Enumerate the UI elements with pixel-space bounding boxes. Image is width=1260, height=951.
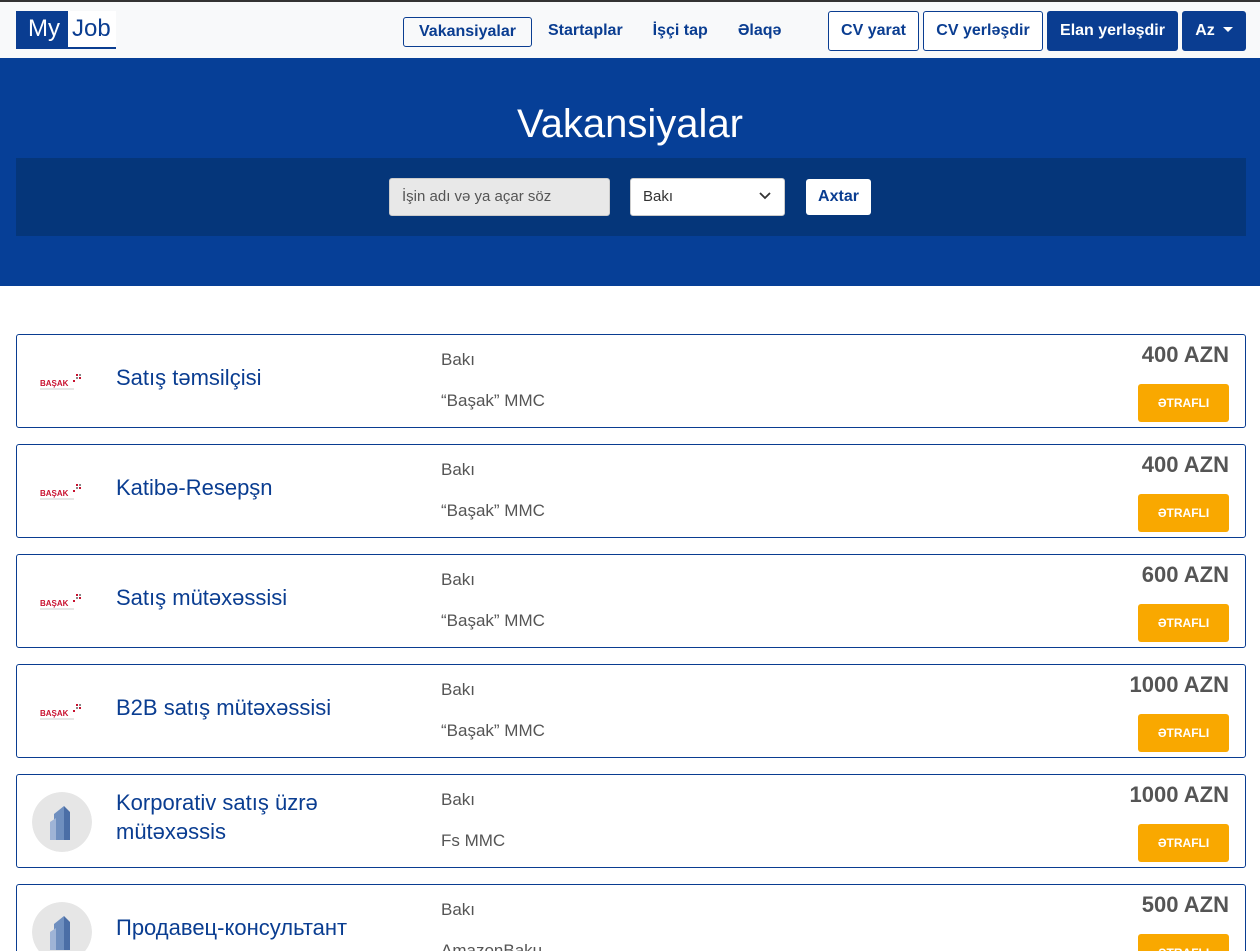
search-button[interactable]: Axtar (806, 179, 871, 215)
job-company: AmazonBaku (441, 941, 543, 951)
details-button[interactable]: ƏTRAFLI (1138, 604, 1229, 642)
job-city: Bakı (441, 790, 476, 809)
language-dropdown[interactable]: Az (1182, 11, 1246, 51)
post-ad-button[interactable]: Elan yerləşdir (1047, 11, 1178, 51)
caret-down-icon (1222, 27, 1233, 32)
city-select[interactable]: Bakı (630, 178, 785, 216)
job-salary: 1000 AZN (1129, 782, 1229, 807)
basak-logo-text: BAŞAK (40, 709, 69, 718)
job-card[interactable]: BAŞAK Satış mütəxəssisi Bakı “Başak” MMC… (16, 554, 1246, 648)
search-input[interactable]: İşin adı və ya açar söz (389, 178, 610, 216)
job-company: Fs MMC (441, 831, 506, 850)
job-city: Bakı (441, 900, 476, 919)
basak-logo-text: BAŞAK (40, 489, 69, 498)
page-title: Vakansiyalar (516, 102, 744, 146)
job-city: Bakı (441, 680, 476, 699)
nav-elaqe[interactable]: Əlaqə (722, 17, 796, 47)
job-salary: 600 AZN (1141, 562, 1229, 587)
logo-part-my: My (16, 11, 68, 49)
basak-logo-text: BAŞAK (40, 599, 69, 608)
details-button[interactable]: ƏTRAFLI (1138, 934, 1229, 951)
job-city: Bakı (441, 460, 476, 479)
chevron-down-icon (759, 192, 771, 200)
job-title[interactable]: Katibə-Resepşn (116, 473, 416, 502)
job-title[interactable]: Продавец-консультант (116, 913, 416, 942)
basak-logo-icon: BAŞAK (32, 352, 92, 412)
hero-section: Vakansiyalar İşin adı və ya açar söz Bak… (0, 58, 1260, 286)
building-icon (32, 792, 92, 852)
main-nav: Vakansiyalar Startaplar İşçi tap Əlaqə (403, 17, 795, 47)
job-company: “Başak” MMC (441, 721, 545, 740)
search-bar: İşin adı və ya açar söz Bakı Axtar (16, 158, 1246, 236)
nav-isci-tap[interactable]: İşçi tap (637, 17, 722, 47)
logo-part-job: Job (68, 11, 116, 49)
job-company: “Başak” MMC (441, 501, 545, 520)
city-select-value: Bakı (643, 188, 674, 205)
basak-logo-icon: BAŞAK (32, 462, 92, 522)
site-logo[interactable]: My Job (16, 11, 116, 49)
job-card[interactable]: Продавец-консультант Bakı AmazonBaku 500… (16, 884, 1246, 951)
nav-vakansiyalar[interactable]: Vakansiyalar (403, 17, 532, 47)
cv-create-button[interactable]: CV yarat (828, 11, 919, 51)
basak-logo-icon: BAŞAK (32, 682, 92, 742)
details-button[interactable]: ƏTRAFLI (1138, 494, 1229, 532)
job-card[interactable]: BAŞAK Katibə-Resepşn Bakı “Başak” MMC 40… (16, 444, 1246, 538)
job-city: Bakı (441, 570, 476, 589)
basak-logo-text: BAŞAK (40, 379, 69, 388)
job-title[interactable]: Satış mütəxəssisi (116, 583, 416, 612)
cv-post-button[interactable]: CV yerləşdir (923, 11, 1043, 51)
job-card[interactable]: BAŞAK B2B satış mütəxəssisi Bakı “Başak”… (16, 664, 1246, 758)
job-salary: 400 AZN (1141, 342, 1229, 367)
job-salary: 500 AZN (1141, 892, 1229, 917)
job-title[interactable]: B2B satış mütəxəssisi (116, 693, 416, 722)
job-salary: 400 AZN (1141, 452, 1229, 477)
job-card[interactable]: BAŞAK Satış təmsilçisi Bakı “Başak” MMC … (16, 334, 1246, 428)
building-icon (32, 902, 92, 951)
nav-startaplar[interactable]: Startaplar (532, 17, 637, 47)
job-card[interactable]: Korporativ satış üzrə mütəxəssis Bakı Fs… (16, 774, 1246, 868)
details-button[interactable]: ƏTRAFLI (1138, 384, 1229, 422)
job-title[interactable]: Satış təmsilçisi (116, 363, 416, 392)
details-button[interactable]: ƏTRAFLI (1138, 714, 1229, 752)
job-city: Bakı (441, 350, 476, 369)
details-button[interactable]: ƏTRAFLI (1138, 824, 1229, 862)
job-title[interactable]: Korporativ satış üzrə mütəxəssis (116, 788, 416, 846)
language-label: Az (1195, 22, 1215, 39)
job-company: “Başak” MMC (441, 611, 545, 630)
job-company: “Başak” MMC (441, 391, 545, 410)
job-salary: 1000 AZN (1129, 672, 1229, 697)
basak-logo-icon: BAŞAK (32, 572, 92, 632)
site-header: My Job Vakansiyalar Startaplar İşçi tap … (0, 2, 1260, 58)
